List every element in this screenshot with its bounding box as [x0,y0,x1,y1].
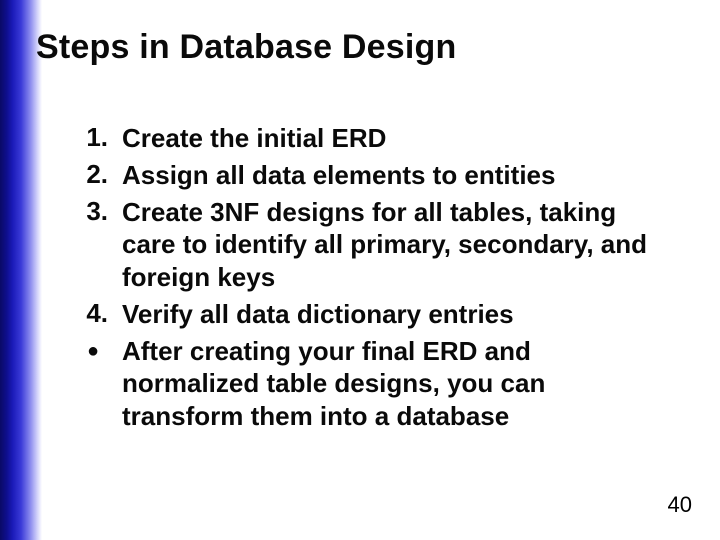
page-number: 40 [668,492,692,518]
list-marker: 1. [78,122,122,153]
list-marker: 4. [78,298,122,329]
list-marker: 2. [78,159,122,190]
list-item: 2. Assign all data elements to entities [78,159,668,192]
list-text: Create the initial ERD [122,122,668,155]
list-text: Assign all data elements to entities [122,159,668,192]
list-text: Create 3NF designs for all tables, takin… [122,196,668,294]
list-text: Verify all data dictionary entries [122,298,668,331]
list-item: 1. Create the initial ERD [78,122,668,155]
list-marker: 3. [78,196,122,227]
content-area: 1. Create the initial ERD 2. Assign all … [78,122,668,437]
bullet-icon: ● [78,335,122,367]
list-item: 3. Create 3NF designs for all tables, ta… [78,196,668,294]
slide-title: Steps in Database Design [36,28,457,67]
list-item: ● After creating your final ERD and norm… [78,335,668,433]
list-text: After creating your final ERD and normal… [122,335,668,433]
left-gradient-stripe [0,0,42,540]
slide: Steps in Database Design 1. Create the i… [0,0,720,540]
list-item: 4. Verify all data dictionary entries [78,298,668,331]
